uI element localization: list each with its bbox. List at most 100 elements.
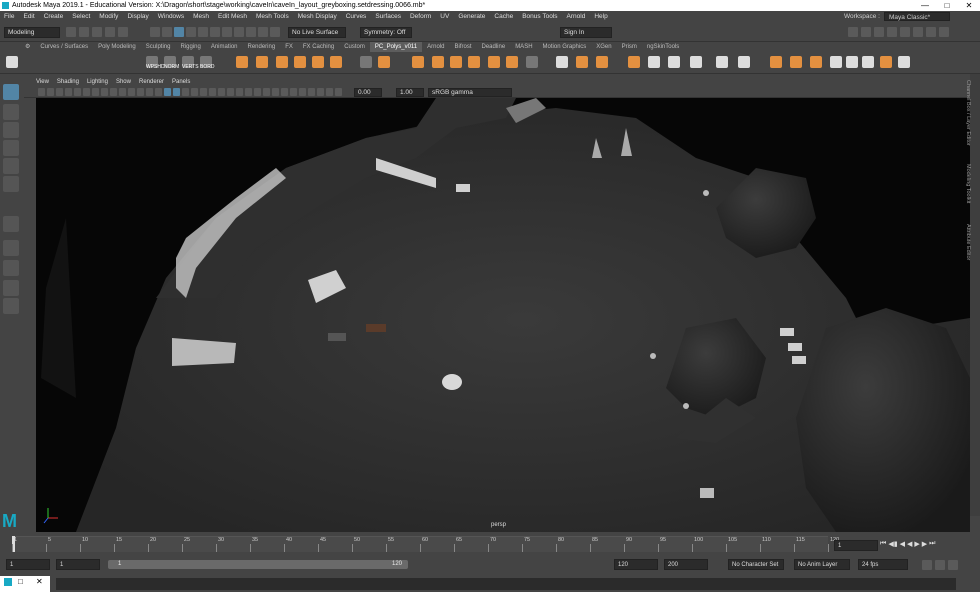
panel-tool-22-icon[interactable] xyxy=(227,88,234,96)
four-view-icon[interactable] xyxy=(3,260,19,276)
shelf-tab-bifrost[interactable]: Bifrost xyxy=(449,42,476,52)
panel-menu-shading[interactable]: Shading xyxy=(57,79,79,85)
panel-tool-3-icon[interactable] xyxy=(56,88,63,96)
panel-tool-17-icon[interactable] xyxy=(182,88,189,96)
shelf-tool-30-icon[interactable] xyxy=(862,56,874,68)
rotate-tool-icon[interactable] xyxy=(3,158,19,174)
persp-graph-icon[interactable] xyxy=(3,298,19,314)
gamma-field[interactable]: 1.00 xyxy=(396,88,424,97)
shelf-tab-sculpting[interactable]: Sculpting xyxy=(141,42,176,52)
time-slider[interactable]: 1 5 10 15 20 25 30 35 40 45 50 55 60 65 70 75 80 85 90 95 10… xyxy=(0,532,980,554)
taskbar-close-icon[interactable]: ✕ xyxy=(36,577,43,586)
viewport-persp[interactable]: persp xyxy=(36,98,970,532)
menu-mesh[interactable]: Mesh xyxy=(193,13,209,20)
shelf-tool-26-icon[interactable] xyxy=(790,56,802,68)
snap-view-icon[interactable] xyxy=(222,27,232,37)
shelf-tab-pc-polys-v011[interactable]: PC_Polys_v011 xyxy=(369,42,423,52)
play-backward-icon[interactable]: ◀ xyxy=(907,540,912,548)
animation-start-field[interactable]: 1 xyxy=(6,559,50,570)
shelf-tool-9-icon[interactable] xyxy=(412,56,424,68)
menu-deform[interactable]: Deform xyxy=(410,13,431,20)
menu-curves[interactable]: Curves xyxy=(346,13,367,20)
shelf-tab-animation[interactable]: Animation xyxy=(206,42,243,52)
menu-display[interactable]: Display xyxy=(127,13,148,20)
snap-point-icon[interactable] xyxy=(210,27,220,37)
menu-arnold[interactable]: Arnold xyxy=(567,13,586,20)
anim-prefs-icon[interactable] xyxy=(935,560,945,570)
save-scene-icon[interactable] xyxy=(92,27,102,37)
shelf-tab-deadline[interactable]: Deadline xyxy=(477,42,511,52)
shelf-tab-custom[interactable]: Custom xyxy=(339,42,370,52)
panel-tool-30-icon[interactable] xyxy=(299,88,306,96)
shelf-tab-prism[interactable]: Prism xyxy=(617,42,642,52)
panel-tool-29-icon[interactable] xyxy=(290,88,297,96)
character-set-dropdown[interactable]: No Character Set xyxy=(728,559,784,570)
animation-end-field[interactable]: 200 xyxy=(664,559,708,570)
shelf-tool-20-icon[interactable] xyxy=(648,56,660,68)
modeling-toolkit-icon[interactable] xyxy=(848,27,858,37)
shelf-tool-5-icon[interactable] xyxy=(312,56,324,68)
shelf-tab-ngskintools[interactable]: ngSkinTools xyxy=(642,42,684,52)
panel-tool-4-icon[interactable] xyxy=(65,88,72,96)
exposure-field[interactable]: 0.00 xyxy=(354,88,382,97)
menu-uv[interactable]: UV xyxy=(440,13,449,20)
menu-cache[interactable]: Cache xyxy=(494,13,513,20)
tool-settings-icon[interactable] xyxy=(874,27,884,37)
shelf-tool-7-icon[interactable] xyxy=(360,56,372,68)
loop-icon[interactable] xyxy=(948,560,958,570)
menu-surfaces[interactable]: Surfaces xyxy=(375,13,401,20)
render-icon[interactable] xyxy=(246,27,256,37)
panel-tool-33-icon[interactable] xyxy=(326,88,333,96)
close-icon[interactable]: ✕ xyxy=(958,0,980,11)
shelf-tab-fx[interactable]: FX xyxy=(280,42,298,52)
auto-key-icon[interactable] xyxy=(922,560,932,570)
shelf-tool-1-icon[interactable] xyxy=(236,56,248,68)
panel-menu-show[interactable]: Show xyxy=(116,79,131,85)
shelf-tool-29-icon[interactable] xyxy=(846,56,858,68)
anim-layer-dropdown[interactable]: No Anim Layer xyxy=(794,559,850,570)
menu-edit-mesh[interactable]: Edit Mesh xyxy=(218,13,247,20)
select-tool-icon[interactable] xyxy=(3,84,19,100)
panel-tool-9-icon[interactable] xyxy=(110,88,117,96)
panel-tool-5-icon[interactable] xyxy=(74,88,81,96)
select-by-object-icon[interactable] xyxy=(162,27,172,37)
snap-surface-icon[interactable] xyxy=(234,27,244,37)
playback-end-field[interactable]: 120 xyxy=(614,559,658,570)
go-to-start-icon[interactable]: ⏮ xyxy=(880,540,886,548)
panel-tool-23-icon[interactable] xyxy=(236,88,243,96)
shelf-tab-rigging[interactable]: Rigging xyxy=(175,42,205,52)
play-forward-icon[interactable]: ▶ xyxy=(914,540,919,548)
panel-tool-12-icon[interactable] xyxy=(137,88,144,96)
panel-tool-13-icon[interactable] xyxy=(146,88,153,96)
panel-tool-14-icon[interactable] xyxy=(155,88,162,96)
single-perspective-view-icon[interactable] xyxy=(3,240,19,256)
shelf-tool-2-icon[interactable] xyxy=(256,56,268,68)
shelf-tool-14-icon[interactable] xyxy=(506,56,518,68)
shelf-tool-12-icon[interactable] xyxy=(468,56,480,68)
panel-tool-31-icon[interactable] xyxy=(308,88,315,96)
shelf-tool-10-icon[interactable] xyxy=(432,56,444,68)
shelf-tool-31-icon[interactable] xyxy=(880,56,892,68)
panel-menu-view[interactable]: View xyxy=(36,79,49,85)
panel-tool-7-icon[interactable] xyxy=(92,88,99,96)
shelf-tab-xgen[interactable]: XGen xyxy=(591,42,616,52)
channel-box-icon[interactable] xyxy=(861,27,871,37)
shelf-tool-19-icon[interactable] xyxy=(628,56,640,68)
step-forward-icon[interactable]: ▶ xyxy=(922,540,927,548)
select-by-hierarchy-icon[interactable] xyxy=(150,27,160,37)
redo-icon[interactable] xyxy=(118,27,128,37)
menu-generate[interactable]: Generate xyxy=(458,13,485,20)
menu-file[interactable]: File xyxy=(4,13,14,20)
workspace-dropdown[interactable]: Maya Classic* xyxy=(884,12,950,21)
panel-tool-32-icon[interactable] xyxy=(317,88,324,96)
menu-mesh-display[interactable]: Mesh Display xyxy=(298,13,337,20)
panel-tool-1-icon[interactable] xyxy=(38,88,45,96)
snap-curve-icon[interactable] xyxy=(198,27,208,37)
move-tool-icon[interactable] xyxy=(3,140,19,156)
menu-bonus-tools[interactable]: Bonus Tools xyxy=(522,13,557,20)
shelf-tab-curves-surfaces[interactable]: Curves / Surfaces xyxy=(35,42,93,52)
range-slider[interactable]: 1 120 xyxy=(108,560,408,569)
shelf-tool-13-icon[interactable] xyxy=(488,56,500,68)
shelf-tool-16-icon[interactable] xyxy=(556,56,568,68)
panel-tool-6-icon[interactable] xyxy=(83,88,90,96)
